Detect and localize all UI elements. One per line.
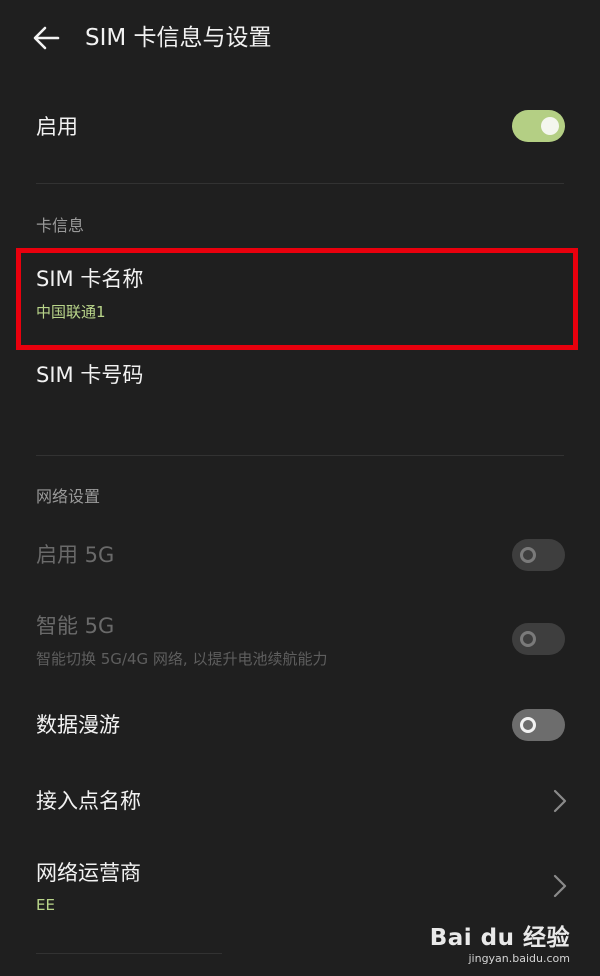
apn-label: 接入点名称 bbox=[36, 789, 141, 813]
divider bbox=[36, 183, 564, 184]
watermark-logo: Bai du 经验 bbox=[429, 925, 570, 951]
smart-5g-row: 智能 5G 智能切换 5G/4G 网络, 以提升电池续航能力 bbox=[0, 605, 600, 675]
network-operator-row[interactable]: 网络运营商 EE bbox=[0, 850, 600, 922]
apn-row[interactable]: 接入点名称 bbox=[0, 775, 600, 831]
chevron-right-icon bbox=[551, 788, 569, 814]
toggle-knob bbox=[520, 547, 536, 563]
chevron-right-icon bbox=[551, 873, 569, 899]
enable-row[interactable]: 启用 bbox=[0, 100, 600, 156]
sim-number-row[interactable]: SIM 卡号码 bbox=[0, 352, 600, 412]
enable-5g-toggle bbox=[512, 539, 565, 571]
enable-toggle[interactable] bbox=[512, 110, 565, 142]
network-operator-value: EE bbox=[36, 896, 55, 914]
toggle-knob bbox=[541, 117, 559, 135]
toggle-knob bbox=[520, 717, 536, 733]
page-title: SIM 卡信息与设置 bbox=[85, 25, 272, 51]
enable-5g-row: 启用 5G bbox=[0, 530, 600, 582]
smart-5g-toggle bbox=[512, 623, 565, 655]
section-network: 网络设置 bbox=[36, 487, 101, 506]
divider bbox=[36, 953, 222, 954]
network-operator-label: 网络运营商 bbox=[36, 861, 141, 885]
baidu-jingyan-watermark: Bai du 经验 jingyan.baidu.com bbox=[430, 924, 570, 966]
enable-label: 启用 bbox=[36, 115, 78, 139]
watermark-url: jingyan.baidu.com bbox=[468, 952, 570, 965]
smart-5g-description: 智能切换 5G/4G 网络, 以提升电池续航能力 bbox=[36, 650, 328, 668]
data-roaming-row[interactable]: 数据漫游 bbox=[0, 698, 600, 754]
data-roaming-toggle[interactable] bbox=[512, 709, 565, 741]
data-roaming-label: 数据漫游 bbox=[36, 713, 120, 737]
section-card-info: 卡信息 bbox=[36, 216, 85, 235]
back-arrow-icon[interactable] bbox=[30, 24, 62, 52]
smart-5g-label: 智能 5G bbox=[36, 614, 115, 638]
highlight-box bbox=[16, 248, 578, 350]
divider bbox=[36, 455, 564, 456]
sim-number-label: SIM 卡号码 bbox=[36, 363, 144, 387]
toggle-knob bbox=[520, 631, 536, 647]
enable-5g-label: 启用 5G bbox=[36, 543, 115, 567]
